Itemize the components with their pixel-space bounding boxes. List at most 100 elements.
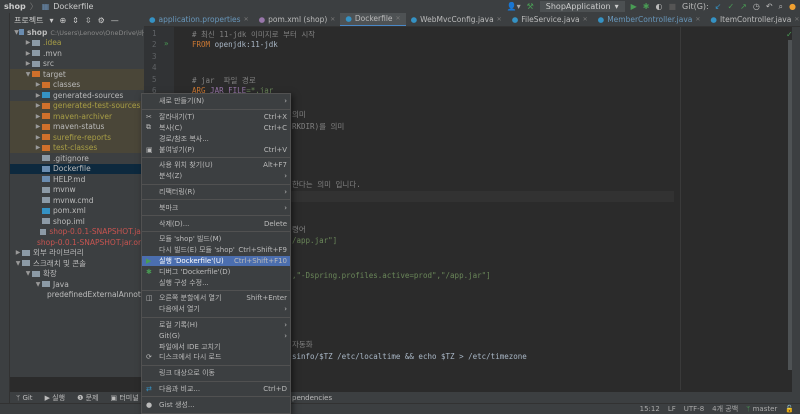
menu-item[interactable]: 다음에서 열기 › <box>142 304 290 315</box>
menu-item[interactable]: ● Gist 생성... <box>142 399 290 410</box>
tree-item[interactable]: ▶ maven-status <box>10 121 144 132</box>
menu-item[interactable]: 링크 대상으로 이동 <box>142 368 290 379</box>
menu-item[interactable]: 분석(Z) › <box>142 171 290 182</box>
tree-item[interactable]: shop.iml <box>10 216 144 227</box>
close-icon[interactable]: ✕ <box>244 16 249 23</box>
chevron-right-icon[interactable]: ▶ <box>34 81 42 88</box>
menu-item[interactable]: ◫ 오른쪽 분할에서 열기 Shift+Enter <box>142 293 290 304</box>
tab-webmvcconfig-java[interactable]: ● WebMvcConfig.java ✕ <box>406 13 507 26</box>
tab-membercontroller-java[interactable]: ● MemberController.java ✕ <box>593 13 706 26</box>
user-icon[interactable]: 👤▾ <box>507 2 521 11</box>
tool-terminal[interactable]: ▣ 터미널 <box>110 393 138 403</box>
tree-item[interactable]: ▶ maven-archiver <box>10 111 144 122</box>
tree-item[interactable]: ▶ .mvn <box>10 48 144 59</box>
tool-run[interactable]: ▶ 실행 <box>45 393 66 403</box>
chevron-down-icon[interactable]: ▼ <box>34 281 42 288</box>
tree-item[interactable]: mvnw.cmd <box>10 195 144 206</box>
tree-item[interactable]: ▶ test-classes <box>10 142 144 153</box>
close-icon[interactable]: ✕ <box>695 16 700 23</box>
chevron-down-icon[interactable]: ▼ <box>14 260 22 267</box>
tab-dockerfile[interactable]: ● Dockerfile ✕ <box>340 13 406 26</box>
build-hammer-icon[interactable]: ⚒ <box>527 2 534 11</box>
tree-item[interactable]: ▶ classes <box>10 79 144 90</box>
close-icon[interactable]: ✕ <box>583 16 588 23</box>
tab-fileservice-java[interactable]: ● FileService.java ✕ <box>507 13 593 26</box>
tab-pom-xml-shop-[interactable]: ● pom.xml (shop) ✕ <box>254 13 341 26</box>
tree-item[interactable]: shop-0.0.1-SNAPSHOT.jar <box>10 227 144 238</box>
menu-item[interactable]: 사용 위치 찾기(U) Alt+F7 <box>142 160 290 171</box>
run-icon[interactable]: ▶ <box>631 2 637 11</box>
locate-icon[interactable]: ⊕ <box>59 16 66 25</box>
git-update-icon[interactable]: ↙ <box>715 2 722 11</box>
minimize-icon[interactable]: — <box>111 16 119 25</box>
collapse-all-icon[interactable]: ⇳ <box>85 16 92 25</box>
git-branch[interactable]: ᛘ master <box>746 405 777 413</box>
tree-item[interactable]: ▶ generated-sources <box>10 90 144 101</box>
update-icon[interactable]: ● <box>789 2 796 11</box>
chevron-down-icon[interactable]: ▼ <box>24 270 32 277</box>
tree-item[interactable]: ▼ target <box>10 69 144 80</box>
git-commit-icon[interactable]: ✓ <box>727 2 734 11</box>
tree-item[interactable]: Dockerfile <box>10 163 144 174</box>
chevron-down-icon[interactable]: ▾ <box>49 16 53 25</box>
encoding[interactable]: UTF-8 <box>684 405 704 413</box>
menu-item[interactable]: 로컬 기록(H) › <box>142 320 290 331</box>
menu-item[interactable]: 리팩터링(R) › <box>142 187 290 198</box>
breadcrumb-project[interactable]: shop <box>4 2 26 11</box>
git-push-icon[interactable]: ↗ <box>740 2 747 11</box>
close-icon[interactable]: ✕ <box>794 16 799 23</box>
tool-problems[interactable]: ❶ 문제 <box>77 393 98 403</box>
close-icon[interactable]: ✕ <box>497 16 502 23</box>
tab-itemcontroller-java[interactable]: ● ItemController.java ✕ <box>705 13 800 26</box>
close-icon[interactable]: ✕ <box>330 16 335 23</box>
menu-item[interactable]: Git(G) › <box>142 330 290 341</box>
indent[interactable]: 4개 공백 <box>712 404 738 414</box>
debug-icon[interactable]: ✱ <box>643 2 650 11</box>
expand-all-icon[interactable]: ⇕ <box>72 16 79 25</box>
tree-item[interactable]: mvnw <box>10 185 144 196</box>
menu-item[interactable]: ✂ 잘라내기(T) Ctrl+X <box>142 112 290 123</box>
chevron-right-icon[interactable]: ▶ <box>34 92 42 99</box>
lock-icon[interactable]: 🔓 <box>785 405 794 413</box>
close-icon[interactable]: ✕ <box>396 15 401 22</box>
tree-item[interactable]: ▶ .idea <box>10 38 144 49</box>
tree-item[interactable]: shop-0.0.1-SNAPSHOT.jar.original <box>10 237 144 248</box>
chevron-down-icon[interactable]: ▼ <box>24 71 32 78</box>
line-separator[interactable]: LF <box>668 405 676 413</box>
menu-item[interactable]: 경로/참조 복사... <box>142 133 290 144</box>
coverage-icon[interactable]: ◐ <box>655 2 662 11</box>
chevron-right-icon[interactable]: ▶ <box>34 144 42 151</box>
menu-item[interactable]: 모듈 'shop' 빌드(M) <box>142 234 290 245</box>
rollback-icon[interactable]: ↶ <box>766 2 773 11</box>
menu-item[interactable]: ⇄ 다음과 비교... Ctrl+D <box>142 384 290 395</box>
chevron-right-icon[interactable]: ▶ <box>24 60 32 67</box>
stop-icon[interactable]: ■ <box>668 2 676 11</box>
tree-item[interactable]: ▶ 외부 라이브러리 <box>10 248 144 259</box>
tree-item[interactable]: ▶ generated-test-sources <box>10 100 144 111</box>
menu-item[interactable]: 새로 만들기(N) › <box>142 96 290 107</box>
project-view-select[interactable]: 프로젝트 <box>14 15 43 26</box>
search-icon[interactable]: ⌕ <box>779 2 783 12</box>
caret-position[interactable]: 15:12 <box>640 405 660 413</box>
run-gutter-icon[interactable]: » <box>164 39 169 48</box>
history-icon[interactable]: ◷ <box>753 2 760 11</box>
chevron-right-icon[interactable]: ▶ <box>24 39 32 46</box>
tab-application-properties[interactable]: ● application.properties ✕ <box>144 13 254 26</box>
chevron-right-icon[interactable]: ▶ <box>34 134 42 141</box>
gear-icon[interactable]: ⚙ <box>98 16 105 25</box>
menu-item[interactable]: 실행 구성 수정... <box>142 277 290 288</box>
tree-item[interactable]: ▶ surefire-reports <box>10 132 144 143</box>
menu-item[interactable]: ▶ 실행 'Dockerfile'(U) Ctrl+Shift+F10 <box>142 255 290 267</box>
chevron-right-icon[interactable]: ▶ <box>34 102 42 109</box>
chevron-right-icon[interactable]: ▶ <box>34 123 42 130</box>
tree-item[interactable]: ▼ 스크래치 및 콘솔 <box>10 258 144 269</box>
tree-item[interactable]: ▼ 확장 <box>10 269 144 280</box>
run-config-select[interactable]: ShopApplication ▾ <box>539 1 625 12</box>
tree-item[interactable]: HELP.md <box>10 174 144 185</box>
tree-item[interactable]: ▼ shop C:\Users\Lenovo\OneDrive\바 <box>10 27 144 38</box>
menu-item[interactable]: 삭제(D)... Delete <box>142 218 290 229</box>
chevron-right-icon[interactable]: ▶ <box>24 50 32 57</box>
tree-item[interactable]: ▶ src <box>10 59 144 70</box>
tool-git[interactable]: ᛘ Git <box>16 394 33 402</box>
menu-item[interactable]: ✱ 디버그 'Dockerfile'(D) <box>142 266 290 277</box>
